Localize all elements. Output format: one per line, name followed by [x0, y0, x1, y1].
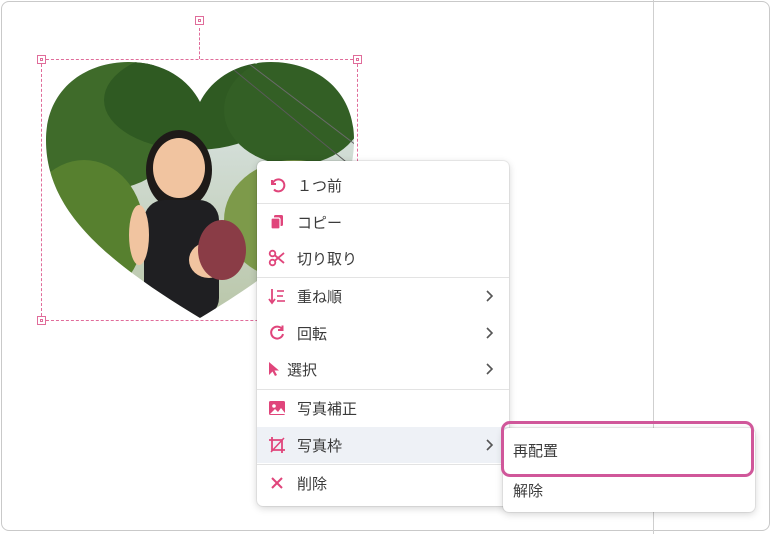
menu-item-label: 写真枠 — [297, 436, 343, 455]
menu-item-select[interactable]: 選択 — [257, 351, 509, 387]
crop-frame-icon — [267, 435, 287, 455]
resize-handle-top-right[interactable] — [353, 55, 362, 64]
menu-item-label: 切り取り — [297, 249, 358, 268]
context-menu: １つ前 コピー 切り取り 重ね順 回転 選択 写真補正 写真枠 削除 — [257, 161, 509, 506]
menu-item-photo-frame[interactable]: 写真枠 — [257, 427, 509, 463]
photo-adjust-icon — [267, 398, 287, 418]
menu-item-undo[interactable]: １つ前 — [257, 167, 509, 203]
delete-icon — [267, 473, 287, 493]
menu-item-label: 回転 — [297, 324, 328, 343]
highlight-annotation — [501, 421, 754, 477]
menu-item-label: コピー — [297, 213, 343, 232]
rotate-handle-line — [199, 28, 200, 59]
menu-item-label: １つ前 — [297, 176, 343, 195]
rotate-handle[interactable] — [195, 16, 204, 25]
menu-item-label: 重ね順 — [297, 287, 343, 306]
menu-item-label: 写真補正 — [297, 399, 358, 418]
resize-handle-top-left[interactable] — [37, 55, 46, 64]
menu-item-photo-adjust[interactable]: 写真補正 — [257, 390, 509, 426]
menu-item-delete[interactable]: 削除 — [257, 465, 509, 501]
cursor-icon — [267, 359, 279, 379]
chevron-right-icon — [486, 363, 494, 375]
chevron-right-icon — [486, 290, 494, 302]
menu-item-label: 削除 — [297, 474, 328, 493]
menu-item-layer-order[interactable]: 重ね順 — [257, 278, 509, 314]
resize-handle-bottom-left[interactable] — [37, 316, 46, 325]
rotate-icon — [267, 323, 287, 343]
menu-item-copy[interactable]: コピー — [257, 204, 509, 240]
scissors-icon — [267, 248, 287, 268]
submenu-item-release[interactable]: 解除 — [513, 480, 543, 501]
menu-item-cut[interactable]: 切り取り — [257, 240, 509, 276]
chevron-right-icon — [486, 439, 494, 451]
menu-item-label: 選択 — [287, 360, 318, 379]
layer-order-icon — [267, 286, 287, 306]
chevron-right-icon — [486, 327, 494, 339]
undo-icon — [267, 175, 287, 195]
copy-icon — [267, 212, 287, 232]
menu-item-rotate[interactable]: 回転 — [257, 315, 509, 351]
